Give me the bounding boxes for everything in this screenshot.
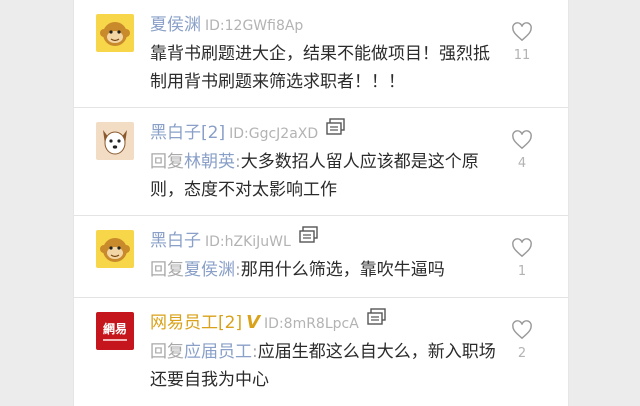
comment-text: 回复林朝英:大多数招人留人应该都是这个原则，态度不对太影响工作 xyxy=(150,148,496,204)
like-button[interactable]: 1 xyxy=(506,238,538,279)
comment-item: 網易 网易员工[2] V ID:8mR8LpcA 回复应届员工:应届生都这么自大么，… xyxy=(74,298,568,406)
monkey-avatar-icon xyxy=(96,14,134,52)
conversation-icon[interactable] xyxy=(326,118,346,144)
comment-text: 靠背书刷题进大企，结果不能做项目！强烈抵制用背书刷题来筛选求职者！！！ xyxy=(150,44,490,92)
reply-to-username[interactable]: 林朝英 xyxy=(184,152,235,172)
avatar[interactable]: 網易 xyxy=(96,312,134,350)
username[interactable]: 黑白子[2] xyxy=(150,123,225,143)
like-count: 11 xyxy=(513,48,531,63)
comment-header: 黑白子[2] ID:GgcJ2aXD xyxy=(150,118,346,147)
user-id: ID:hZKiJuWL xyxy=(205,234,291,250)
comment-header: 黑白子 ID:hZKiJuWL xyxy=(150,226,319,255)
heart-icon xyxy=(512,130,532,150)
like-count: 4 xyxy=(517,156,527,171)
heart-icon xyxy=(512,238,532,258)
netease-logo-avatar-icon: 網易 xyxy=(96,312,134,350)
username[interactable]: 黑白子 xyxy=(150,231,201,251)
avatar[interactable] xyxy=(96,230,134,268)
dog-avatar-icon xyxy=(96,122,134,160)
comment-header: 网易员工[2] V ID:8mR8LpcA xyxy=(150,308,387,337)
conversation-icon[interactable] xyxy=(367,308,387,334)
comment-text: 回复应届员工:应届生都这么自大么，新入职场还要自我为中心 xyxy=(150,338,496,394)
username[interactable]: 夏侯渊 xyxy=(150,15,201,35)
reply-text: 那用什么筛选，靠吹牛逼吗 xyxy=(240,260,445,280)
comment-item: 夏侯渊 ID:12GWfi8Ap 靠背书刷题进大企，结果不能做项目！强烈抵制用背书… xyxy=(74,0,568,108)
reply-to-username[interactable]: 应届员工 xyxy=(184,342,252,362)
comment-item: 黑白子[2] ID:GgcJ2aXD 回复林朝英:大多数招人留人应该都是这个原则，… xyxy=(74,108,568,216)
reply-prefix: 回复 xyxy=(150,152,184,172)
user-id: ID:12GWfi8Ap xyxy=(205,18,304,34)
user-id: ID:8mR8LpcA xyxy=(264,316,359,332)
like-count: 1 xyxy=(517,264,527,279)
comment-text: 回复夏侯渊:那用什么筛选，靠吹牛逼吗 xyxy=(150,256,496,284)
like-button[interactable]: 4 xyxy=(506,130,538,171)
user-id: ID:GgcJ2aXD xyxy=(229,126,319,142)
comment-list: 夏侯渊 ID:12GWfi8Ap 靠背书刷题进大企，结果不能做项目！强烈抵制用背书… xyxy=(74,0,568,406)
like-button[interactable]: 11 xyxy=(506,22,538,63)
heart-icon xyxy=(512,22,532,42)
heart-icon xyxy=(512,320,532,340)
avatar[interactable] xyxy=(96,14,134,52)
reply-prefix: 回复 xyxy=(150,260,184,280)
reply-prefix: 回复 xyxy=(150,342,184,362)
comment-header: 夏侯渊 ID:12GWfi8Ap xyxy=(150,12,303,39)
comment-item: 黑白子 ID:hZKiJuWL 回复夏侯渊:那用什么筛选，靠吹牛逼吗 1 xyxy=(74,216,568,298)
avatar[interactable] xyxy=(96,122,134,160)
monkey-avatar-icon xyxy=(96,230,134,268)
username[interactable]: 网易员工[2] xyxy=(150,313,242,333)
like-count: 2 xyxy=(517,346,527,361)
verified-badge-icon: V xyxy=(246,312,261,333)
like-button[interactable]: 2 xyxy=(506,320,538,361)
conversation-icon[interactable] xyxy=(299,226,319,252)
reply-to-username[interactable]: 夏侯渊 xyxy=(184,260,235,280)
